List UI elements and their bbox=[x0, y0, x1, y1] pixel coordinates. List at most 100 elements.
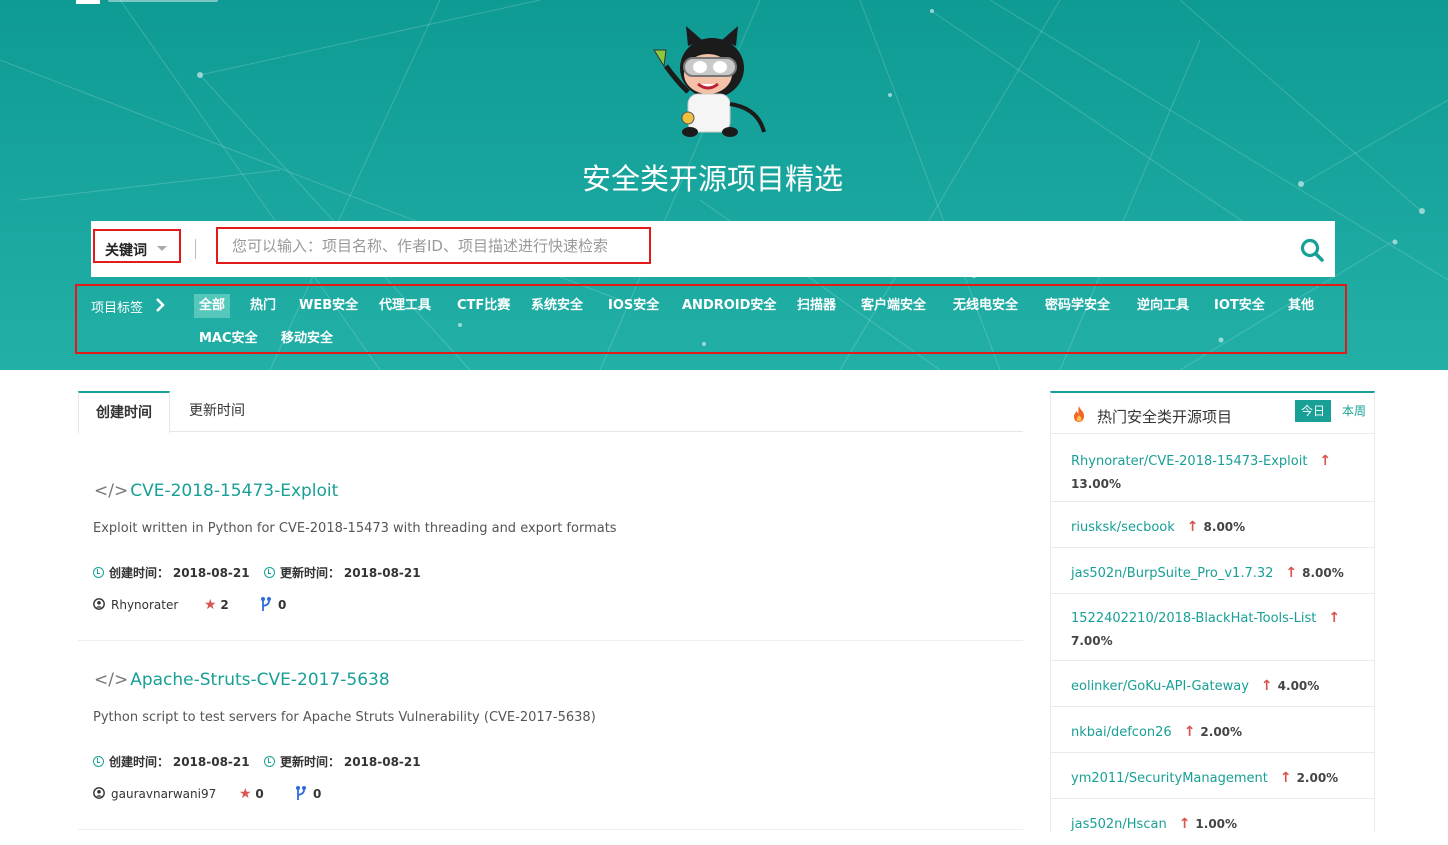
project-card: </> CVE-2018-15473-Exploit Exploit writte… bbox=[78, 470, 1023, 641]
hot-project-link[interactable]: jas502n/Hscan bbox=[1071, 817, 1167, 832]
clock-icon bbox=[93, 756, 104, 767]
tag-hot[interactable]: 热门 bbox=[250, 294, 276, 318]
hot-project-item: jas502n/Hscan ↑ 1.00% bbox=[1051, 799, 1374, 845]
tag-reverse-tools[interactable]: 逆向工具 bbox=[1137, 294, 1189, 318]
hot-project-link[interactable]: nkbai/defcon26 bbox=[1071, 725, 1172, 740]
clock-icon bbox=[93, 567, 104, 578]
site-name[interactable] bbox=[108, 0, 218, 2]
fire-icon bbox=[1074, 406, 1084, 422]
arrow-up-icon: ↑ bbox=[1285, 565, 1298, 581]
tag-ctf[interactable]: CTF比赛 bbox=[457, 294, 510, 318]
tag-client-security[interactable]: 客户端安全 bbox=[861, 294, 926, 318]
arrow-up-icon: ↑ bbox=[1178, 816, 1191, 832]
hot-project-item: riusksk/secbook ↑ 8.00% bbox=[1051, 502, 1374, 548]
arrow-up-icon: ↑ bbox=[1183, 724, 1196, 740]
star-count: ★ 2 bbox=[204, 597, 229, 613]
fork-count: 0 bbox=[295, 785, 321, 801]
project-card: </> Apache-Struts-CVE-2017-5638 Python sc… bbox=[78, 659, 1023, 830]
tag-crypto-security[interactable]: 密码学安全 bbox=[1045, 294, 1110, 318]
search-filter-label: 关键词 bbox=[105, 243, 147, 259]
project-name: Apache-Struts-CVE-2017-5638 bbox=[130, 670, 390, 690]
created-time: 创建时间： 2018-08-21 bbox=[93, 564, 250, 581]
hot-projects-header: 热门安全类开源项目 今日 本周 bbox=[1051, 393, 1374, 434]
caret-down-icon bbox=[157, 246, 167, 251]
hot-project-item: eolinker/GoKu-API-Gateway ↑ 4.00% bbox=[1051, 661, 1374, 707]
hot-projects-title: 热门安全类开源项目 bbox=[1097, 408, 1233, 426]
user-icon bbox=[93, 598, 105, 610]
tag-ios-security[interactable]: IOS安全 bbox=[608, 294, 659, 318]
hot-project-link[interactable]: 1522402210/2018-BlackHat-Tools-List bbox=[1071, 611, 1316, 626]
fork-count: 0 bbox=[260, 596, 286, 612]
tag-filter-label: 项目标签 bbox=[91, 301, 144, 316]
tag-mac-security[interactable]: MAC安全 bbox=[199, 327, 258, 351]
divider bbox=[195, 239, 196, 259]
tab-this-week[interactable]: 本周 bbox=[1336, 400, 1372, 422]
created-time: 创建时间： 2018-08-21 bbox=[93, 753, 250, 770]
star-icon: ★ bbox=[239, 786, 252, 802]
octocat-scientist-mascot bbox=[653, 26, 766, 137]
tag-iot-security[interactable]: IOT安全 bbox=[1214, 294, 1265, 318]
tag-proxy-tools[interactable]: 代理工具 bbox=[379, 294, 431, 318]
star-count: ★ 0 bbox=[239, 786, 264, 802]
tab-today[interactable]: 今日 bbox=[1295, 400, 1332, 422]
hot-project-link[interactable]: riusksk/secbook bbox=[1071, 520, 1175, 535]
arrow-up-icon: ↑ bbox=[1319, 453, 1332, 469]
tag-radio-security[interactable]: 无线电安全 bbox=[953, 294, 1018, 318]
hot-project-link[interactable]: eolinker/GoKu-API-Gateway bbox=[1071, 679, 1249, 694]
hot-project-item: jas502n/BurpSuite_Pro_v1.7.32 ↑ 8.00% bbox=[1051, 548, 1374, 594]
hot-project-link[interactable]: jas502n/BurpSuite_Pro_v1.7.32 bbox=[1071, 566, 1273, 581]
sort-tabs: 创建时间 更新时间 bbox=[78, 391, 1023, 433]
arrow-up-icon: ↑ bbox=[1260, 678, 1273, 694]
hot-project-item: Rhynorater/CVE-2018-15473-Exploit ↑ 13.00% bbox=[1051, 435, 1374, 502]
project-title-link[interactable]: </> CVE-2018-15473-Exploit bbox=[94, 481, 338, 501]
tab-created-time[interactable]: 创建时间 bbox=[78, 391, 170, 433]
project-description: Python script to test servers for Apache… bbox=[93, 710, 596, 725]
project-author[interactable]: gauravnarwani97 bbox=[93, 787, 216, 801]
updated-time: 更新时间： 2018-08-21 bbox=[264, 753, 421, 770]
hot-project-item: 1522402210/2018-BlackHat-Tools-List ↑ 7.00… bbox=[1051, 594, 1374, 661]
fork-icon bbox=[261, 597, 271, 611]
clock-icon bbox=[264, 567, 275, 578]
arrow-up-icon: ↑ bbox=[1279, 770, 1292, 786]
chevron-right-icon bbox=[156, 298, 165, 312]
hot-projects-panel: 热门安全类开源项目 今日 本周 Rhynorater/CVE-2018-1547… bbox=[1050, 391, 1375, 832]
hero-banner: 安全类开源项目精选 关键词 项目标签 全部 热门 WEB安全 代理工具 CTF比… bbox=[0, 0, 1448, 370]
tag-system-security[interactable]: 系统安全 bbox=[531, 294, 583, 318]
star-icon: ★ bbox=[204, 597, 217, 613]
search-input[interactable] bbox=[216, 227, 651, 264]
site-logo[interactable] bbox=[76, 0, 100, 4]
project-title-link[interactable]: </> Apache-Struts-CVE-2017-5638 bbox=[94, 670, 390, 690]
hot-project-percent: 2.00% bbox=[1296, 771, 1339, 785]
code-icon: </> bbox=[94, 481, 129, 501]
arrow-up-icon: ↑ bbox=[1328, 610, 1341, 626]
user-icon bbox=[93, 787, 105, 799]
hot-project-percent: 7.00% bbox=[1071, 634, 1113, 648]
tag-other[interactable]: 其他 bbox=[1288, 294, 1314, 318]
hot-project-percent: 8.00% bbox=[1302, 566, 1344, 580]
hot-project-percent: 13.00% bbox=[1071, 477, 1121, 491]
hot-project-link[interactable]: Rhynorater/CVE-2018-15473-Exploit bbox=[1071, 454, 1307, 469]
arrow-up-icon: ↑ bbox=[1186, 519, 1199, 535]
hot-project-percent: 1.00% bbox=[1195, 817, 1238, 831]
search-filter-dropdown[interactable]: 关键词 bbox=[93, 229, 181, 263]
tag-android-security[interactable]: ANDROID安全 bbox=[682, 294, 776, 318]
search-icon[interactable] bbox=[1299, 237, 1325, 263]
project-name: CVE-2018-15473-Exploit bbox=[130, 481, 339, 501]
tag-scanner[interactable]: 扫描器 bbox=[797, 294, 836, 318]
tag-all[interactable]: 全部 bbox=[194, 294, 231, 318]
search-bar: 关键词 bbox=[91, 221, 1335, 277]
hot-project-link[interactable]: ym2011/SecurityManagement bbox=[1071, 771, 1268, 786]
tag-web-security[interactable]: WEB安全 bbox=[299, 294, 358, 318]
hot-project-percent: 8.00% bbox=[1203, 520, 1246, 534]
updated-time: 更新时间： 2018-08-21 bbox=[264, 564, 421, 581]
tag-filter-panel: 项目标签 全部 热门 WEB安全 代理工具 CTF比赛 系统安全 IOS安全 A… bbox=[75, 284, 1347, 354]
project-author[interactable]: Rhynorater bbox=[93, 598, 178, 612]
page-title: 安全类开源项目精选 bbox=[581, 162, 843, 196]
tab-updated-time[interactable]: 更新时间 bbox=[172, 391, 262, 432]
code-icon: </> bbox=[94, 670, 129, 690]
tag-mobile-security[interactable]: 移动安全 bbox=[281, 327, 333, 351]
project-description: Exploit written in Python for CVE-2018-1… bbox=[93, 521, 617, 536]
hot-project-item: nkbai/defcon26 ↑ 2.00% bbox=[1051, 707, 1374, 753]
hot-project-item: ym2011/SecurityManagement ↑ 2.00% bbox=[1051, 753, 1374, 799]
hot-project-percent: 2.00% bbox=[1200, 725, 1243, 739]
